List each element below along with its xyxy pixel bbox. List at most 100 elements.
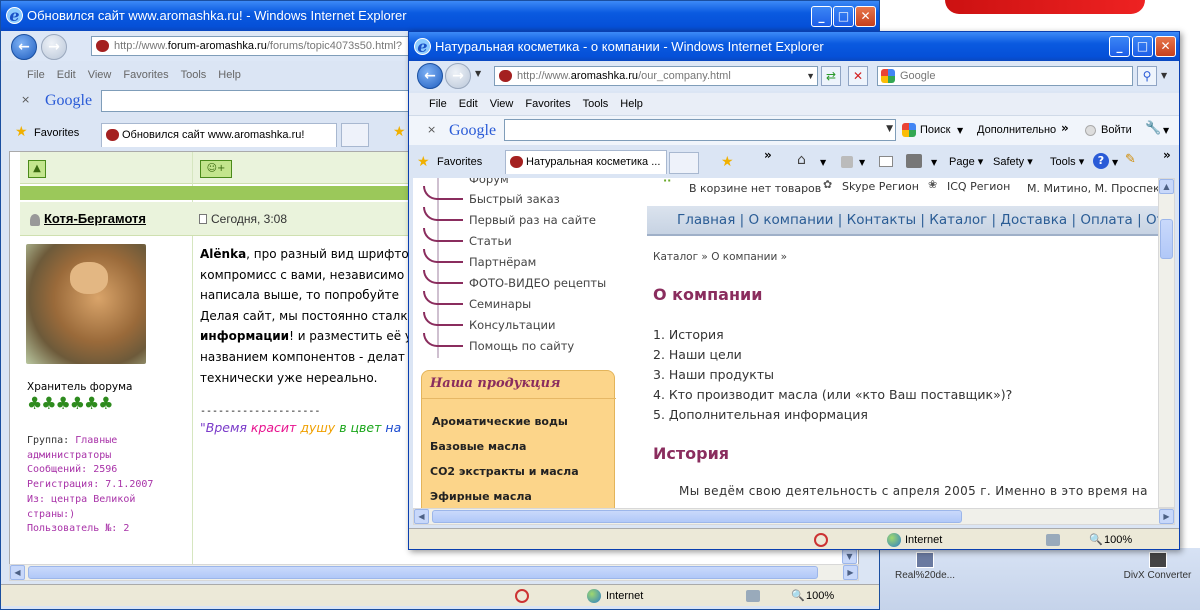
mail-icon[interactable] [879,156,893,167]
favorites-button[interactable]: Favorites [437,156,482,168]
new-tab-button[interactable] [341,123,369,147]
favorites-button[interactable]: Favorites [34,127,79,139]
nav-payment[interactable]: Оплата [1080,212,1133,228]
nav-about[interactable]: О компании [748,212,833,228]
safety-menu[interactable]: Safety ▾ [993,155,1033,168]
nav-home[interactable]: Главная [677,212,735,228]
menu-item-first-visit[interactable]: Первый раз на сайте [469,213,596,227]
product-essential-oils[interactable]: Эфирные масла [430,490,532,503]
toc-item-products[interactable]: 3. Наши продукты [653,365,1012,385]
menu-view[interactable]: View [490,98,514,110]
search-options-chevron-icon[interactable]: ▼ [1161,71,1167,80]
menu-view[interactable]: View [88,69,112,81]
icq-region-link[interactable]: ICQ Регион [947,180,1010,193]
post-author-link[interactable]: Котя-Бергамотя [44,211,146,226]
stop-icon[interactable]: ✕ [848,66,868,86]
front-scroll-thumb[interactable] [1160,219,1173,259]
nav-contacts[interactable]: Контакты [847,212,916,228]
menu-item-seminars[interactable]: Семинары [469,297,531,311]
refresh-icon[interactable]: ⇄ [821,66,841,86]
front-address-bar[interactable]: http://www.aromashka.ru/our_company.html… [494,66,818,86]
menu-file[interactable]: File [429,98,447,110]
google-search-chevron-icon[interactable]: ▼ [957,126,963,135]
google-box-dropdown-icon[interactable]: ▼ [886,124,893,134]
back-tab-active[interactable]: Обновился сайт www.aromashka.ru! [101,123,337,147]
back-scroll-down-arrow[interactable]: ▼ [842,549,857,564]
desktop-icon-divx[interactable]: DivX Converter [1120,552,1195,598]
wrench-icon[interactable]: 🔧 [1145,121,1161,136]
menu-file[interactable]: File [27,69,45,81]
front-vertical-scrollbar[interactable]: ▲ [1158,178,1175,508]
minimize-button[interactable]: _ [811,6,832,27]
desktop-icon-real[interactable]: Real%20de... [890,552,960,592]
add-friend-button[interactable]: ☺+ [200,160,232,178]
home-chevron-icon[interactable]: ▼ [820,158,826,167]
product-aromatic-waters[interactable]: Ароматические воды [432,415,568,428]
toolbar-overflow-chevrons-icon[interactable]: » [1163,148,1171,162]
page-menu[interactable]: Page ▾ [949,155,983,168]
minimize-button[interactable]: _ [1109,36,1130,57]
recent-pages-chevron-icon[interactable]: ▼ [475,69,481,78]
tab-overflow-chevrons-icon[interactable]: » [764,148,772,162]
add-favorite-icon[interactable]: ★ [721,154,734,170]
protected-mode-icon[interactable] [746,590,760,602]
nav-reviews[interactable]: Отзы [1146,212,1158,228]
menu-item-articles[interactable]: Статьи [469,234,512,248]
nav-delivery[interactable]: Доставка [1000,212,1067,228]
menu-item-consultations[interactable]: Консультации [469,318,556,332]
menu-item-help[interactable]: Помощь по сайту [469,339,574,353]
help-chevron-icon[interactable]: ▼ [1112,158,1118,167]
wrench-chevron-icon[interactable]: ▼ [1163,126,1169,135]
research-icon[interactable]: ✎ [1125,152,1136,167]
menu-item-quick-order[interactable]: Быстрый заказ [469,192,560,206]
front-hscroll-thumb[interactable] [432,510,962,523]
back-arrow-icon[interactable]: ← [417,63,443,89]
menu-help[interactable]: Help [218,69,241,81]
forward-arrow-icon[interactable]: → [41,34,67,60]
up-arrow-button[interactable]: ▲ [28,160,46,178]
back-scroll-thumb[interactable] [28,566,818,579]
tools-menu[interactable]: Tools ▾ [1050,155,1084,168]
menu-item-photo-video[interactable]: ФОТО-ВИДЕО рецепты [469,276,606,290]
toolbar-close-icon[interactable]: × [427,123,436,136]
forward-arrow-icon[interactable]: → [445,63,471,89]
menu-item-partners[interactable]: Партнёрам [469,255,536,269]
scroll-up-arrow[interactable]: ▲ [1159,179,1174,194]
google-more-button[interactable]: Дополнительно [977,124,1056,136]
menu-help[interactable]: Help [620,98,643,110]
front-horizontal-scrollbar[interactable]: ◀ ▶ [413,508,1175,525]
back-scroll-right-arrow[interactable]: ▶ [843,565,858,580]
toc-item-additional[interactable]: 5. Дополнительная информация [653,405,1012,425]
search-icon[interactable]: ⚲ [1137,66,1157,86]
menu-tools[interactable]: Tools [181,69,207,81]
new-tab-button[interactable] [669,152,699,174]
print-icon[interactable] [906,154,922,168]
back-scroll-left-arrow[interactable]: ◀ [10,565,25,580]
home-icon[interactable]: ⌂ [797,152,806,168]
scroll-right-arrow[interactable]: ▶ [1159,509,1174,524]
scroll-left-arrow[interactable]: ◀ [414,509,429,524]
feeds-icon[interactable] [841,156,853,168]
close-button[interactable]: ✕ [1155,36,1176,57]
front-google-search-box[interactable]: ▼ [504,119,896,141]
back-arrow-icon[interactable]: ← [11,34,37,60]
feeds-chevron-icon[interactable]: ▼ [859,158,865,167]
back-horizontal-scrollbar[interactable]: ◀ ▶ [9,564,859,581]
close-button[interactable]: ✕ [855,6,876,27]
back-address-bar[interactable]: http://www.forum-aromashka.ru/forums/top… [91,36,421,56]
left-menu-top-item[interactable]: Форум [469,178,509,186]
maximize-button[interactable]: □ [1132,36,1153,57]
toolbar-close-icon[interactable]: × [21,93,30,106]
print-chevron-icon[interactable]: ▼ [931,158,937,167]
add-favorite-icon[interactable]: ★ [393,124,406,140]
protected-mode-icon[interactable] [1046,534,1060,546]
menu-edit[interactable]: Edit [459,98,478,110]
front-tab-active[interactable]: Натуральная косметика ... [505,150,667,174]
toc-item-history[interactable]: 1. История [653,325,1012,345]
skype-region-link[interactable]: Skype Регион [842,180,919,193]
nav-catalog[interactable]: Каталог [929,212,987,228]
menu-favorites[interactable]: Favorites [123,69,168,81]
toc-item-goals[interactable]: 2. Наши цели [653,345,1012,365]
menu-edit[interactable]: Edit [57,69,76,81]
back-google-search-box[interactable] [101,90,411,112]
